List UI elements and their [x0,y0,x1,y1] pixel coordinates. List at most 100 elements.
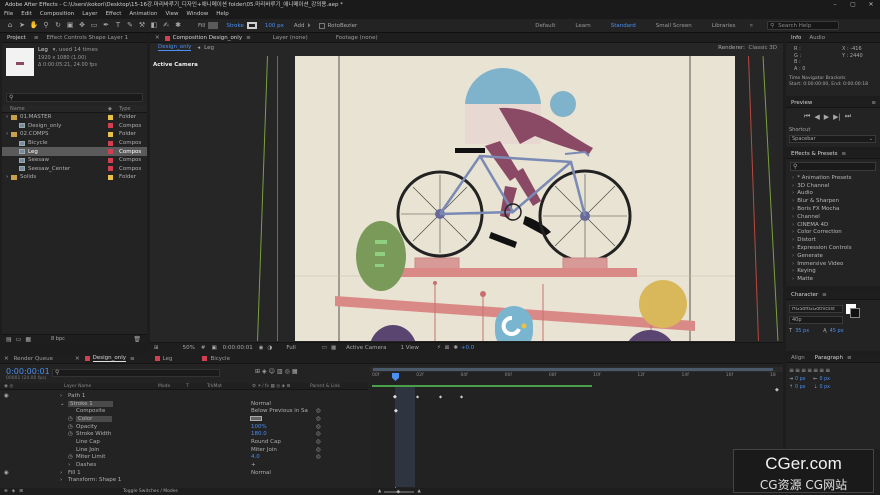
effect-category-item[interactable]: Blur & Sharpen [786,197,880,205]
menu-icon[interactable]: ≡ [871,100,876,106]
project-item-bicycle[interactable]: Bicycle Compos [2,139,147,148]
search-help-field[interactable]: ⚲ Search Help [767,21,840,30]
menu-view[interactable]: View [165,10,178,19]
work-area-range[interactable] [373,368,773,371]
keyframe[interactable]: ◆ [393,394,397,400]
new-comp-icon[interactable]: ▦ [25,336,31,343]
menu-icon[interactable]: ≡ [842,151,847,157]
close-icon[interactable]: ✕ [155,35,160,41]
property-row-miter-limit[interactable]: ◷ Miter Limit 4.0 ◎ [0,454,368,462]
label-color-swatch[interactable] [108,174,113,180]
label-color-swatch[interactable] [108,114,113,120]
menu-icon[interactable]: ≡ [847,355,852,361]
effect-category-item[interactable]: * Animation Presets [786,174,880,182]
visibility-eye-icon[interactable]: ◉ [4,393,9,399]
last-frame-icon[interactable]: ⏭ [845,112,851,121]
new-folder-icon[interactable]: ▭ [16,336,22,343]
disclosure-icon[interactable]: › [68,462,70,468]
zoom-in-icon[interactable]: ▲ [417,489,420,494]
puppet-tool-icon[interactable]: ✱ [174,21,183,30]
disclosure-icon[interactable]: › [60,470,62,476]
timeline-search-input[interactable]: ⚲ [52,369,220,377]
col-name[interactable]: Name [10,106,25,112]
menu-icon[interactable]: ≡ [34,35,39,41]
effect-category-item[interactable]: Immersive Video [786,260,880,268]
tab-composition[interactable]: Composition Design_only [173,35,242,41]
rotobezier-checkbox[interactable] [318,22,325,29]
next-frame-icon[interactable]: ▶| [833,113,841,121]
frame-blending-icon[interactable]: ▥ [277,368,285,375]
disclosure-icon[interactable]: › [60,393,62,399]
interpret-footage-icon[interactable]: ▤ [6,336,12,343]
tab-paragraph[interactable]: Paragraph [815,355,843,361]
label-color-swatch[interactable] [108,166,113,172]
camera-view-value[interactable]: Active Camera [346,345,386,351]
project-item-solids[interactable]: › Solids Folder [2,173,147,182]
workspace-small-screen[interactable]: Small Screen [656,23,692,29]
indent-left-value[interactable]: 0 px [795,377,805,382]
workspace-libraries[interactable]: Libraries [712,23,736,29]
bit-depth[interactable]: 8 bpc [51,336,65,342]
brush-tool-icon[interactable]: ✎ [126,21,135,30]
menu-help[interactable]: Help [216,10,229,19]
menu-icon[interactable]: ≡ [822,292,827,298]
expand-in-out-icon[interactable]: ⊞ [19,489,23,494]
keyframe[interactable]: ◆ [416,394,419,399]
minimize-icon[interactable]: – [826,0,844,10]
property-row-transform-shape-1[interactable]: › Transform: Shape 1 [0,477,368,485]
property-value[interactable]: Normal [251,470,271,476]
property-value[interactable]: Round Cap [251,439,281,445]
reset-exposure-icon[interactable]: ✺ [453,345,458,351]
roto-brush-tool-icon[interactable]: ✍ [162,21,171,30]
tab-project[interactable]: Project [7,35,26,41]
graph-editor-icon[interactable]: ▦ [292,368,300,375]
menu-animation[interactable]: Animation [129,10,157,19]
subtab-leg[interactable]: Leg [204,45,214,51]
effect-category-item[interactable]: CINEMA 4D [786,221,880,229]
keyframe[interactable]: ◆ [394,408,398,414]
stopwatch-icon[interactable]: ◷ [68,454,73,460]
font-style-dropdown[interactable]: 40p [789,316,843,324]
view-layout-value[interactable]: 1 View [401,345,419,351]
shy-icon[interactable]: ☺ [269,368,277,375]
menu-edit[interactable]: Edit [21,10,32,19]
work-area-bar[interactable] [370,367,783,372]
timeline-flowchart-icon[interactable]: ⊠ [445,345,450,351]
label-color-swatch[interactable] [108,131,113,137]
pen-tool-icon[interactable]: ✒ [102,21,111,30]
grid-toggle-icon[interactable]: # [201,345,206,351]
zoom-value[interactable]: 50% [183,345,195,351]
disclosure-icon[interactable]: › [60,477,62,483]
expression-pickwhip-icon[interactable]: ◎ [316,439,321,445]
justify-all-icon[interactable]: ≡ [825,367,831,374]
tab-effects-presets[interactable]: Effects & Presets [791,151,838,157]
tab-footage[interactable]: Footage (none) [336,35,378,41]
motion-blur-icon[interactable]: ◎ [285,368,292,375]
property-row-stroke-1[interactable]: ⌄ Stroke 1 Normal [0,400,368,408]
expression-pickwhip-icon[interactable]: ◎ [316,447,321,453]
property-row-fill-1[interactable]: ◉ › Fill 1 Normal [0,469,368,477]
property-value[interactable]: Normal [251,401,271,407]
tab-info[interactable]: Info [791,35,801,41]
property-value[interactable]: 180.0 [251,431,267,437]
property-value[interactable]: 4.0 [251,454,260,460]
current-time[interactable]: 0:00:00:01 [223,345,253,351]
close-icon[interactable]: ✕ [4,356,9,362]
stroke-label[interactable]: Stroke [226,23,244,29]
property-value[interactable]: Below Previous in Sa [251,408,308,414]
expand-transfer-controls-icon[interactable]: ◈ [12,489,15,494]
subtab-design-only[interactable]: Design_only [158,44,192,51]
time-ruler[interactable]: 00f 02f 04f 06f 08f 10f 12f 14f 16f 18 [370,373,783,383]
menu-icon[interactable]: ≡ [130,356,135,362]
keyframe[interactable]: ◆ [460,394,463,399]
stopwatch-icon[interactable]: ◷ [68,424,73,430]
selection-tool-icon[interactable]: ➤ [18,21,27,30]
label-color-swatch[interactable] [108,149,113,155]
resolution-value[interactable]: Full [286,345,295,351]
workspace-standard[interactable]: Standard [611,23,636,29]
property-value[interactable]: Miter Join [251,447,277,453]
tab-align[interactable]: Align [791,355,805,361]
effect-category-item[interactable]: Audio [786,190,880,198]
stroke-width-value[interactable]: 100 px [265,23,284,29]
timeline-zoom-slider[interactable]: ◆ [384,489,415,495]
